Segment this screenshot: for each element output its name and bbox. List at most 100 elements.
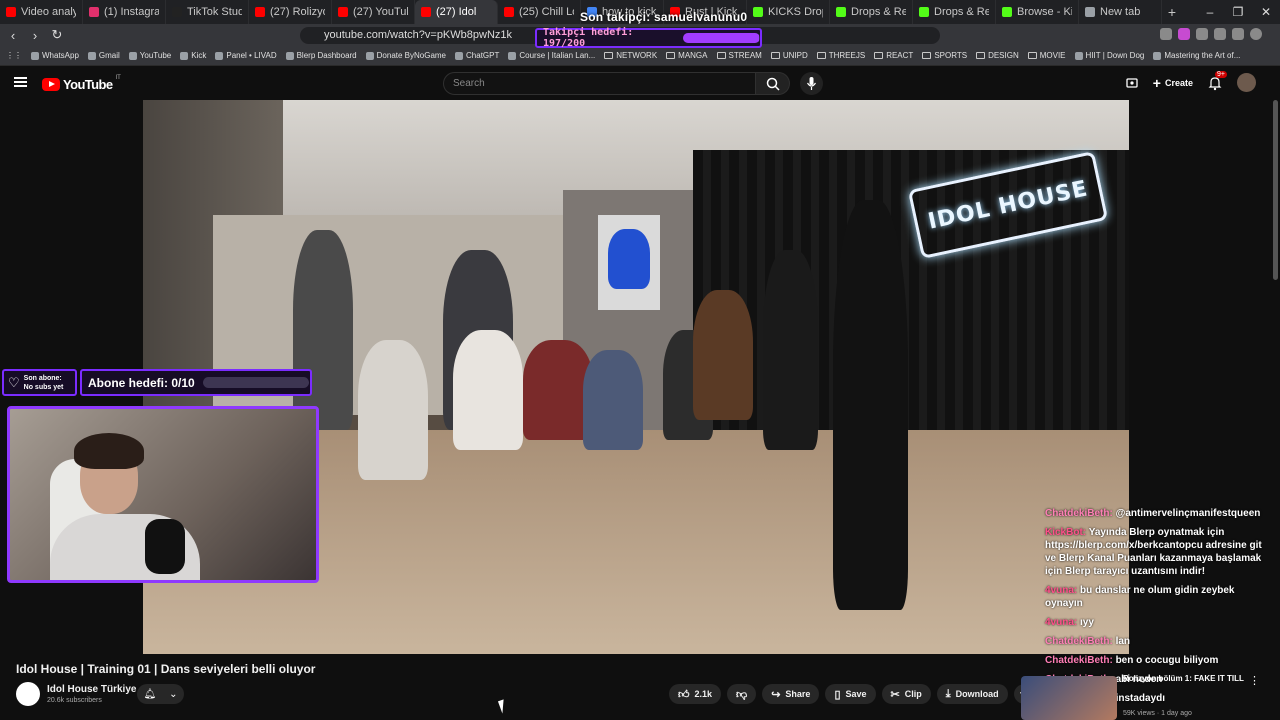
bookmark-label: YouTube (139, 51, 172, 60)
voice-search-button[interactable] (800, 72, 823, 95)
bookmark-link[interactable]: HIIT | Down Dog (1074, 51, 1144, 60)
tab-title: Browse - Kick Str (1017, 6, 1072, 18)
profile-icon[interactable] (1250, 28, 1262, 40)
bookmark-link[interactable]: Blerp Dashboard (285, 51, 357, 60)
extension-icon[interactable] (1232, 28, 1244, 40)
bookmark-link[interactable]: YouTube (128, 51, 172, 60)
browser-tab[interactable]: TikTok Studio (166, 0, 249, 24)
bookmark-folder[interactable]: MOVIE (1027, 51, 1066, 60)
bookmark-label: SPORTS (934, 51, 968, 60)
youtube-header: YouTube IT Search + Create 9+ (0, 66, 1280, 100)
bookmark-folder[interactable]: STREAM (716, 51, 762, 60)
channel-name[interactable]: Idol House Türkiye (47, 684, 136, 695)
browser-tab[interactable]: (27) Rolizyon bö (249, 0, 332, 24)
browser-tab[interactable]: New tab (1079, 0, 1162, 24)
recommended-video[interactable]: Rolizyon bölüm 1: FAKE IT TILL 59K views… (1021, 672, 1271, 720)
bookmark-folder[interactable]: MANGA (666, 51, 708, 60)
account-avatar[interactable] (1237, 73, 1256, 92)
search-input[interactable]: Search (443, 72, 756, 95)
browser-tab[interactable]: Video analytics (0, 0, 83, 24)
share-button[interactable]: ↪ Share (762, 684, 820, 704)
tab-favicon-icon (753, 7, 763, 17)
bookmark-link[interactable]: Course | Italian Lan... (508, 51, 595, 60)
scissors-icon: ✂ (890, 688, 900, 701)
channel-avatar[interactable] (16, 682, 40, 706)
follower-goal-fill (682, 33, 759, 43)
bookmark-folder[interactable]: NETWORK (604, 51, 657, 60)
sub-goal-label: Abone hedefi: 0/10 (88, 375, 195, 390)
close-window-button[interactable]: ✕ (1252, 0, 1280, 24)
search-icon (766, 77, 780, 91)
browser-tab[interactable]: KICKS Drop is he (747, 0, 830, 24)
create-button[interactable]: + Create (1153, 75, 1193, 91)
bookmark-link[interactable]: Donate ByNoGame (365, 51, 447, 60)
extension-icon[interactable] (1196, 28, 1208, 40)
apps-grid-icon[interactable]: ⋮⋮ (6, 51, 22, 60)
recommended-thumbnail[interactable] (1021, 676, 1117, 720)
chat-username: 4vuna: (1045, 585, 1078, 596)
back-icon[interactable]: ‹ (4, 28, 22, 43)
bookmark-link[interactable]: Kick (180, 51, 206, 60)
dancer-figure (833, 200, 908, 610)
like-button[interactable]: 👍︎ 2.1k (669, 684, 722, 704)
browser-tab[interactable]: Browse - Kick Str (996, 0, 1079, 24)
chat-text: lan (1115, 636, 1131, 647)
bookmark-favicon-icon (128, 51, 137, 60)
maximize-button[interactable]: ❐ (1224, 0, 1252, 24)
browser-tab[interactable]: Drops & Reward (913, 0, 996, 24)
download-button[interactable]: ⤓ Download (936, 684, 1008, 704)
dancer-figure (453, 330, 523, 450)
bookmark-folder[interactable]: SPORTS (922, 51, 967, 60)
bookmark-link[interactable]: Gmail (87, 51, 120, 60)
bookmark-label: UNIPD (782, 51, 808, 60)
bookmark-link[interactable]: ChatGPT (455, 51, 499, 60)
last-sub-title: Son abone: (23, 374, 62, 382)
chat-message: 4vuna: bu danslar ne olum gidin zeybek o… (1045, 584, 1275, 610)
bookmark-folder[interactable]: DESIGN (976, 51, 1019, 60)
bookmark-folder[interactable]: UNIPD (770, 51, 808, 60)
notifications-button[interactable]: 9+ (1207, 70, 1227, 91)
dancer-figure (358, 340, 428, 480)
thumbs-down-icon: 👎︎ (736, 688, 748, 701)
bookmark-favicon-icon (285, 51, 294, 60)
bookmark-label: Kick (191, 51, 207, 60)
bookmark-folder[interactable]: REACT (874, 51, 913, 60)
search-button[interactable] (756, 72, 790, 95)
browser-tab[interactable]: (25) Chill Lofi Mi (498, 0, 581, 24)
minimize-button[interactable]: – (1196, 0, 1224, 24)
extension-icon[interactable] (1160, 28, 1172, 40)
clip-button[interactable]: ✂ Clip (881, 684, 931, 704)
recommended-title[interactable]: Rolizyon bölüm 1: FAKE IT TILL (1123, 674, 1263, 683)
tab-title: KICKS Drop is he (768, 6, 823, 18)
country-code: IT (115, 75, 121, 81)
last-sub-text: Son abone: No subs yet (24, 374, 64, 392)
reload-icon[interactable]: ↻ (48, 27, 66, 43)
forward-icon[interactable]: › (26, 28, 44, 43)
extension-icon[interactable] (1214, 28, 1226, 40)
new-tab-button[interactable]: + (1162, 4, 1182, 20)
bookmark-label: Donate ByNoGame (376, 51, 447, 60)
bookmark-link[interactable]: WhatsApp (31, 51, 79, 60)
more-options-icon[interactable]: ⋮ (1249, 674, 1260, 687)
youtube-logo[interactable]: YouTube IT (42, 75, 121, 92)
tab-title: (27) Rolizyon bö (270, 6, 325, 18)
dislike-button[interactable]: 👎︎ (727, 684, 757, 704)
extension-icon[interactable] (1178, 28, 1190, 40)
microphone-icon (807, 77, 816, 90)
page-scrollbar[interactable] (1273, 100, 1278, 280)
bookmark-folder[interactable]: THREEJS (816, 51, 865, 60)
save-button[interactable]: ▯ Save (825, 684, 876, 704)
bookmark-label: MOVIE (1039, 51, 1066, 60)
browser-tab[interactable]: (27) Idol (415, 0, 498, 24)
browser-tab[interactable]: (1) Instagram (83, 0, 166, 24)
bookmark-link[interactable]: Panel • LIVAD (215, 51, 277, 60)
subscription-bell-button[interactable]: 🔔︎ ⌄ (137, 684, 184, 704)
browser-tab[interactable]: (27) YouTube (332, 0, 415, 24)
chat-username: ChatdekiBeth: (1045, 508, 1113, 519)
menu-icon[interactable] (14, 77, 27, 87)
browser-tab[interactable]: Drops & Reward (830, 0, 913, 24)
bookmark-link[interactable]: Mastering the Art of... (1153, 51, 1240, 60)
last-sub-widget: ♡ Son abone: No subs yet (2, 369, 77, 396)
cast-icon[interactable] (1125, 76, 1139, 90)
extension-icons (1160, 28, 1262, 40)
